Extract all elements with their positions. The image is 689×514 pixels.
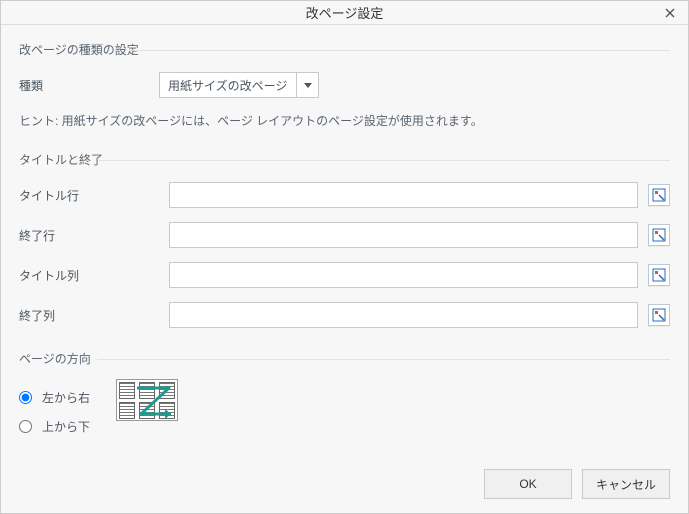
radio-left-to-right[interactable]: 左から右 <box>19 389 90 406</box>
range-picker-icon <box>652 308 666 322</box>
end-col-input[interactable] <box>169 302 638 328</box>
end-col-range-picker[interactable] <box>648 304 670 326</box>
dialog-title: 改ページ設定 <box>306 3 384 22</box>
direction-radios: 左から右 上から下 <box>19 389 90 435</box>
radio-top-to-bottom[interactable]: 上から下 <box>19 418 90 435</box>
page-break-settings-dialog: 改ページ設定 改ページの種類の設定 種類 用紙サイズの改ページ ヒント: 用紙サ… <box>0 0 689 514</box>
title-col-range-picker[interactable] <box>648 264 670 286</box>
group-title-direction: ページの方向 <box>19 350 670 367</box>
radio-ttb-input[interactable] <box>19 420 32 433</box>
type-label: 種類 <box>19 77 159 94</box>
end-row-input[interactable] <box>169 222 638 248</box>
cancel-button-label: キャンセル <box>596 476 656 493</box>
group-title-end: タイトルと終了 タイトル行 終了行 タイトル列 <box>19 151 670 328</box>
titlebar: 改ページ設定 <box>1 1 688 25</box>
group-title-type: 改ページの種類の設定 <box>19 41 670 58</box>
ok-button-label: OK <box>519 477 536 491</box>
title-row-label: タイトル行 <box>19 187 159 204</box>
title-row-input[interactable] <box>169 182 638 208</box>
type-select-value: 用紙サイズの改ページ <box>168 77 287 94</box>
group-page-direction: ページの方向 左から右 上から下 <box>19 350 670 435</box>
cancel-button[interactable]: キャンセル <box>582 469 670 499</box>
type-select[interactable]: 用紙サイズの改ページ <box>159 72 319 98</box>
range-picker-icon <box>652 188 666 202</box>
title-row-range-picker[interactable] <box>648 184 670 206</box>
radio-ltr-label: 左から右 <box>42 389 90 406</box>
close-button[interactable] <box>660 3 680 23</box>
select-arrow <box>296 73 318 97</box>
type-hint: ヒント: 用紙サイズの改ページには、ページ レイアウトのページ設定が使用されます… <box>19 112 670 129</box>
chevron-down-icon <box>304 83 312 88</box>
title-col-input[interactable] <box>169 262 638 288</box>
radio-ttb-label: 上から下 <box>42 418 90 435</box>
range-picker-icon <box>652 228 666 242</box>
dialog-body: 改ページの種類の設定 種類 用紙サイズの改ページ ヒント: 用紙サイズの改ページ… <box>1 25 688 459</box>
end-row-range-picker[interactable] <box>648 224 670 246</box>
group-title-title-end: タイトルと終了 <box>19 151 670 168</box>
title-col-label: タイトル列 <box>19 267 159 284</box>
direction-preview <box>116 379 178 421</box>
range-picker-icon <box>652 268 666 282</box>
end-col-label: 終了列 <box>19 307 159 324</box>
dialog-footer: OK キャンセル <box>1 459 688 513</box>
ok-button[interactable]: OK <box>484 469 572 499</box>
end-row-label: 終了行 <box>19 227 159 244</box>
direction-arrow-icon <box>117 380 179 422</box>
radio-ltr-input[interactable] <box>19 391 32 404</box>
close-icon <box>665 8 675 18</box>
group-page-break-type: 改ページの種類の設定 種類 用紙サイズの改ページ ヒント: 用紙サイズの改ページ… <box>19 41 670 129</box>
